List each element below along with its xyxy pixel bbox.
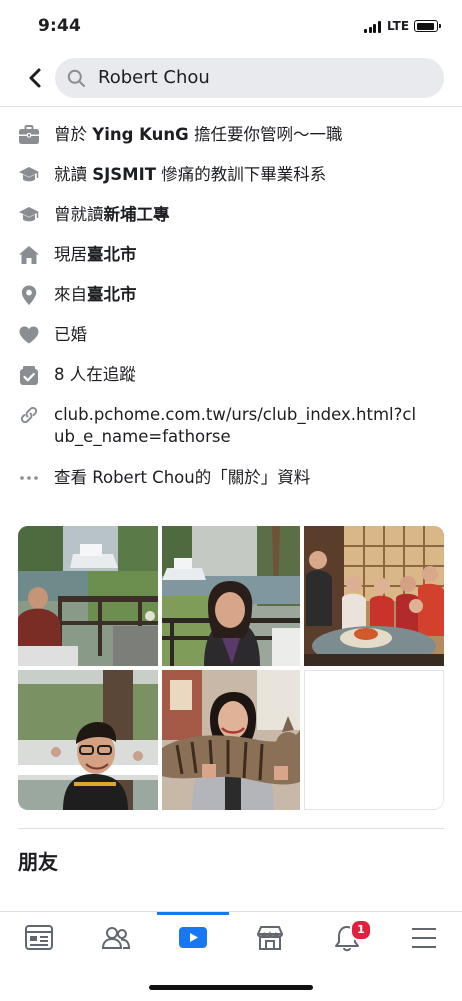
status-time: 9:44 [38, 16, 82, 36]
home-indicator [149, 985, 313, 990]
hometown-link[interactable]: 臺北市 [87, 285, 137, 304]
battery-icon [414, 20, 441, 32]
status-bar: 9:44 LTE [0, 0, 462, 52]
photo-woman-by-lake[interactable] [162, 526, 300, 666]
graduation-cap-icon [19, 207, 39, 222]
about-work-row: 曾於 Ying KunG 擔任要你管咧～一職 [0, 124, 462, 164]
followers-icon [20, 366, 38, 385]
photo-boy-smiling[interactable] [18, 670, 158, 810]
tab-menu[interactable] [385, 912, 462, 964]
about-list: 曾於 Ying KunG 擔任要你管咧～一職 就讀 SJSMIT 慘痛的教訓下畢… [0, 124, 462, 507]
divider [0, 106, 462, 107]
about-relationship-text: 已婚 [54, 325, 87, 344]
search-bar[interactable] [55, 58, 444, 98]
tab-feed[interactable] [0, 912, 77, 964]
signal-icon [364, 21, 382, 33]
see-about-row[interactable]: 查看 Robert Chou的「關於」資料 [0, 467, 462, 507]
briefcase-icon [19, 125, 39, 144]
about-relationship-row: 已婚 [0, 324, 462, 364]
notification-badge: 1 [350, 919, 372, 941]
tab-marketplace[interactable] [231, 912, 308, 964]
past-school-link[interactable]: 新埔工專 [104, 205, 170, 224]
about-past-education-row: 曾就讀新埔工專 [0, 204, 462, 244]
about-work-text: 曾於 Ying KunG 擔任要你管咧～一職 [54, 125, 343, 144]
watch-icon [179, 927, 207, 948]
about-current-city-text: 現居臺北市 [54, 245, 137, 264]
network-type: LTE [387, 19, 410, 33]
photo-man-on-deck-image [18, 526, 158, 666]
see-about-text[interactable]: 查看 Robert Chou的「關於」資料 [54, 467, 310, 489]
employer-link[interactable]: Ying KunG [92, 125, 188, 144]
feed-icon [25, 925, 53, 950]
website-link[interactable]: club.pchome.com.tw/urs/club_index.html?c… [54, 404, 424, 448]
photo-grid [18, 526, 444, 810]
about-website-row: club.pchome.com.tw/urs/club_index.html?c… [0, 404, 462, 467]
search-icon [67, 69, 85, 87]
about-past-education-text: 曾就讀新埔工專 [54, 205, 170, 224]
about-followers-text[interactable]: 8 人在追蹤 [54, 364, 136, 386]
photo-woman-by-lake-image [162, 526, 300, 666]
photo-woman-with-cat-image [162, 670, 300, 810]
more-dots-icon [20, 476, 38, 480]
graduation-cap-icon [19, 167, 39, 182]
photo-man-on-deck[interactable] [18, 526, 158, 666]
photo-empty-slot [304, 670, 444, 810]
menu-icon [412, 928, 436, 948]
tab-friends[interactable] [77, 912, 154, 964]
about-followers-row: 8 人在追蹤 [0, 364, 462, 404]
photo-family-dinner[interactable] [304, 526, 444, 666]
photo-woman-with-cat[interactable] [162, 670, 300, 810]
about-hometown-row: 來自臺北市 [0, 284, 462, 324]
about-education-text: 就讀 SJSMIT 慘痛的教訓下畢業科系 [54, 165, 327, 184]
marketplace-icon [257, 926, 283, 950]
about-education-row: 就讀 SJSMIT 慘痛的教訓下畢業科系 [0, 164, 462, 204]
photo-family-dinner-image [304, 526, 444, 666]
current-city-link[interactable]: 臺北市 [87, 245, 137, 264]
divider [18, 828, 444, 829]
heart-icon [19, 326, 39, 344]
link-icon [20, 406, 38, 424]
about-hometown-text: 來自臺北市 [54, 285, 137, 304]
friends-icon [101, 927, 131, 949]
top-bar [0, 55, 462, 105]
back-button[interactable] [22, 63, 50, 93]
home-icon [19, 246, 39, 264]
search-input[interactable] [98, 67, 428, 88]
friends-section-title: 朋友 [18, 850, 58, 874]
tab-notifications[interactable] [308, 912, 385, 964]
tab-watch[interactable] [154, 912, 231, 964]
photo-boy-smiling-image [18, 670, 158, 810]
chevron-left-icon [29, 68, 41, 88]
location-pin-icon [21, 285, 37, 305]
about-current-city-row: 現居臺北市 [0, 244, 462, 284]
school-link[interactable]: SJSMIT [92, 165, 156, 184]
